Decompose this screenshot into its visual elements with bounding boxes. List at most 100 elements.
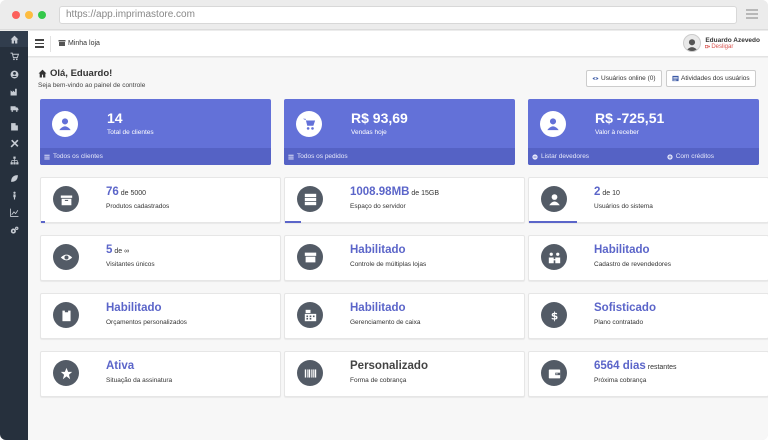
card-footer: Listar devedores Com créditos <box>528 148 759 165</box>
address-bar[interactable]: https://app.imprimastore.com <box>59 6 737 24</box>
list-debtors-label: Listar devedores <box>541 153 590 160</box>
truck-icon <box>10 105 18 112</box>
cash-label: Gerenciamento de caixa <box>350 319 421 326</box>
sidebar-item-clients[interactable] <box>0 66 28 82</box>
sidebar-item-reports[interactable] <box>0 204 28 220</box>
cash-card: Habilitado Gerenciamento de caixa <box>284 293 525 339</box>
browser-menu-icon[interactable] <box>746 9 758 21</box>
multi-store-label: Controle de múltiplas lojas <box>350 261 427 268</box>
my-store-link[interactable]: Minha loja <box>58 39 100 47</box>
visitors-value: 5 de ∞ <box>106 244 129 256</box>
logout-label: Desligar <box>711 43 734 50</box>
list-debtors-link[interactable]: Listar devedores <box>532 153 589 160</box>
visitors-limit: de ∞ <box>112 248 130 255</box>
user-activity-button[interactable]: Atividades dos usuários <box>666 70 756 87</box>
sidebar-item-delivery[interactable] <box>0 100 28 116</box>
user-icon <box>10 70 18 78</box>
all-clients-label: Todos os clientes <box>53 153 103 160</box>
next-billing-card: 6564 dias restantes Próxima cobrança <box>528 351 768 397</box>
products-limit: de 5000 <box>118 190 147 197</box>
barcode-icon <box>297 360 323 386</box>
plan-card: $ Sofisticado Plano contratado <box>528 293 768 339</box>
user-menu[interactable]: Eduardo Azevedo Desligar <box>683 34 760 52</box>
resellers-value: Habilitado <box>594 244 650 256</box>
system-users-value: 2 de 10 <box>594 186 620 198</box>
sidebar-item-tools[interactable] <box>0 135 28 151</box>
chart-icon <box>9 208 18 217</box>
store-icon <box>58 40 66 46</box>
close-window-button[interactable] <box>12 11 20 19</box>
total-clients-value: 14 <box>107 110 123 126</box>
receivable-value: R$ -725,51 <box>595 110 665 126</box>
receivable-card: R$ -725,51 Valor à receber Listar devedo… <box>528 99 759 165</box>
browser-window: https://app.imprimastore.com Minha loja … <box>0 0 768 440</box>
billing-value: Personalizado <box>350 360 428 372</box>
topbar-divider <box>50 36 51 52</box>
sidebar-item-eco[interactable] <box>0 170 28 186</box>
browser-titlebar: https://app.imprimastore.com <box>0 0 768 30</box>
sitemap-icon <box>10 156 18 164</box>
system-users-label: Usuários do sistema <box>594 203 653 210</box>
receivable-label: Valor à receber <box>595 129 639 136</box>
multi-store-card: Habilitado Controle de múltiplas lojas <box>284 235 525 281</box>
logout-link[interactable]: Desligar <box>705 44 760 50</box>
sidebar <box>0 31 28 440</box>
plan-value: Sofisticado <box>594 302 656 314</box>
online-users-button[interactable]: Usuários online (0) <box>586 70 662 87</box>
my-store-label: Minha loja <box>68 39 100 47</box>
greeting-text: Olá, Eduardo! <box>50 68 113 79</box>
next-billing-value: 6564 dias restantes <box>594 360 677 372</box>
maximize-window-button[interactable] <box>38 11 46 19</box>
all-orders-label: Todos os pedidos <box>297 153 348 160</box>
store-icon <box>297 244 323 270</box>
sidebar-item-production[interactable] <box>0 83 28 99</box>
resellers-card: Habilitado Cadastro de revendedores <box>528 235 768 281</box>
box-icon <box>53 186 79 212</box>
all-orders-link[interactable]: Todos os pedidos <box>288 153 348 160</box>
sales-today-value: R$ 93,69 <box>351 110 408 126</box>
quotes-label: Orçamentos personalizados <box>106 319 187 326</box>
products-card: 76 de 5000 Produtos cadastrados <box>40 177 281 223</box>
system-users-limit: de 10 <box>600 190 620 197</box>
system-users-progress <box>529 221 577 223</box>
subscription-label: Situação da assinatura <box>106 377 173 384</box>
resellers-label: Cadastro de revendedores <box>594 261 671 268</box>
card-footer: Todos os clientes <box>40 148 271 165</box>
subscription-card: Ativa Situação da assinatura <box>40 351 281 397</box>
eye-icon <box>592 76 599 81</box>
cart-circle-icon <box>296 111 322 137</box>
with-credits-link[interactable]: Com créditos <box>667 153 714 160</box>
avatar-icon <box>686 39 699 51</box>
welcome-subtitle: Seja bem-vindo ao painel de controle <box>38 82 146 89</box>
products-value: 76 de 5000 <box>106 186 146 198</box>
with-credits-label: Com créditos <box>675 153 714 160</box>
topbar: Minha loja Eduardo Azevedo Desligar <box>28 31 768 57</box>
products-label: Produtos cadastrados <box>106 203 170 210</box>
products-progress <box>41 221 45 223</box>
user-activity-label: Atividades dos usuários <box>681 75 750 82</box>
plan-label: Plano contratado <box>594 319 644 326</box>
minimize-window-button[interactable] <box>25 11 33 19</box>
subscription-value: Ativa <box>106 360 135 372</box>
multi-store-value: Habilitado <box>350 244 406 256</box>
sidebar-item-home[interactable] <box>0 31 28 47</box>
star-icon <box>53 360 79 386</box>
sidebar-item-settings[interactable] <box>0 222 28 238</box>
wallet-icon <box>541 360 567 386</box>
sales-today-label: Vendas hoje <box>351 129 387 136</box>
storage-used: 1008.98MB <box>350 186 410 198</box>
menu-toggle-icon[interactable] <box>35 39 44 48</box>
home-icon <box>10 35 18 43</box>
plus-circle-icon <box>667 153 673 160</box>
all-clients-link[interactable]: Todos os clientes <box>44 153 103 160</box>
visitors-card: 5 de ∞ Visitantes únicos <box>40 235 281 281</box>
cogs-icon <box>10 226 18 234</box>
sidebar-item-orders[interactable] <box>0 48 28 64</box>
sidebar-item-people[interactable] <box>0 187 28 203</box>
sidebar-item-structure[interactable] <box>0 152 28 168</box>
total-clients-card: 14 Total de clientes Todos os clientes <box>40 99 271 165</box>
sidebar-item-suppliers[interactable] <box>0 118 28 134</box>
page-title: Olá, Eduardo! <box>38 68 112 79</box>
svg-text:$: $ <box>550 310 557 321</box>
list-icon <box>288 154 294 159</box>
